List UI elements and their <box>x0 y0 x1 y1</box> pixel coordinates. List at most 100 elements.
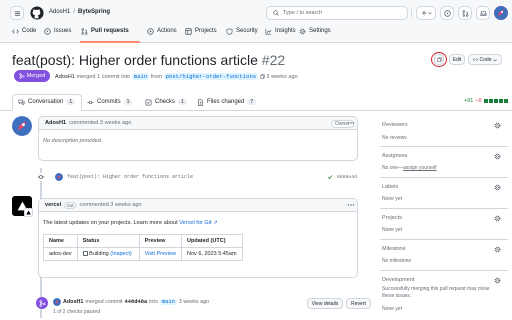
vercel-for-git-link[interactable]: Vercel for Git ↗ <box>179 220 218 226</box>
revert-label: Revert <box>351 300 366 307</box>
commit-author-avatar[interactable] <box>55 173 63 181</box>
status-label: Merged <box>26 73 46 79</box>
issues-button[interactable] <box>440 6 454 20</box>
hamburger-icon <box>14 10 20 16</box>
tab-security[interactable]: Security <box>226 24 258 38</box>
code-dropdown-button[interactable]: Code <box>468 54 502 65</box>
inbox-button[interactable] <box>476 6 490 20</box>
reviewers-value: No reviews <box>382 135 407 141</box>
diffstat-added: +91 <box>464 98 474 104</box>
visit-preview-link[interactable]: Visit Preview <box>145 251 176 257</box>
owner-link[interactable]: AdosH1 <box>49 9 70 15</box>
merger-author[interactable]: AdosH1 <box>63 299 83 305</box>
merged-into: into <box>149 299 158 305</box>
labels-title[interactable]: Labels <box>382 184 398 190</box>
assign-yourself-link[interactable]: assign yourself <box>403 165 436 171</box>
checks-text[interactable]: 1 of 2 checks passed <box>53 309 100 315</box>
search-icon <box>273 10 279 16</box>
merged-sha[interactable]: 448d48a <box>125 299 148 305</box>
head-branch[interactable]: post/higher-order-functions <box>163 73 259 80</box>
vercel-menu-button[interactable] <box>347 201 355 209</box>
search-divider <box>411 9 412 17</box>
menu-button[interactable] <box>10 6 24 20</box>
git-merge-icon <box>19 73 25 79</box>
reviewers-title[interactable]: Reviewers <box>382 122 408 128</box>
view-details-button[interactable]: View details <box>307 298 343 309</box>
tab-issues-label: Issues <box>54 28 72 34</box>
rocket-avatar-icon <box>53 298 61 306</box>
search-input[interactable]: Type / to search <box>266 6 408 20</box>
gear-icon[interactable] <box>494 184 501 191</box>
gear-icon[interactable] <box>494 153 501 160</box>
base-branch[interactable]: main <box>131 73 150 80</box>
graph-icon <box>265 28 272 34</box>
tab-checks[interactable]: Checks 1 <box>145 95 187 109</box>
pr-title: feat(post): Higher order functions artic… <box>12 52 258 68</box>
gear-icon[interactable] <box>494 246 501 253</box>
tab-settings[interactable]: Settings <box>299 24 331 38</box>
comment-card: AdosH1 commented 3 weeks ago Owner No de… <box>38 116 358 161</box>
table-icon <box>185 27 192 35</box>
tab-files-changed[interactable]: Files changed 7 <box>197 95 257 109</box>
merged-branch[interactable]: main <box>159 299 177 305</box>
commit-message[interactable]: feat(post): Higher order functions artic… <box>67 174 193 180</box>
user-avatar[interactable] <box>494 6 508 20</box>
gear-icon[interactable] <box>494 122 501 129</box>
comment-discussion-icon <box>18 99 25 105</box>
file-diff-icon <box>197 98 204 106</box>
tab-files-changed-label: Files changed <box>207 99 245 105</box>
pull-request-icon <box>81 27 88 35</box>
milestone-title[interactable]: Milestone <box>382 246 406 252</box>
sidebar-divider <box>380 239 508 240</box>
tab-security-label: Security <box>236 28 258 34</box>
inspect-link[interactable]: (Inspect) <box>110 251 131 257</box>
sidebar-divider <box>380 270 508 271</box>
tab-settings-label: Settings <box>309 28 331 34</box>
sidebar-divider <box>380 208 508 209</box>
revert-button[interactable]: Revert <box>346 298 371 309</box>
comment-author-avatar[interactable] <box>12 116 32 136</box>
commit-sha[interactable]: 6868e4d <box>337 175 357 180</box>
projects-title[interactable]: Projects <box>382 215 402 221</box>
vercel-author[interactable]: vercel <box>45 202 61 208</box>
search-placeholder: Type / to search <box>283 10 323 16</box>
tab-projects[interactable]: Projects <box>185 24 217 38</box>
tab-conversation[interactable]: Conversation 1 <box>18 95 76 109</box>
gear-icon[interactable] <box>494 277 501 284</box>
status-text: Building <box>89 251 109 257</box>
comment-header: AdosH1 commented 3 weeks ago <box>39 117 357 130</box>
tab-insights[interactable]: Insights <box>265 24 296 38</box>
shield-icon <box>226 27 233 35</box>
vercel-comment-header: vercel bot commented 3 weeks ago <box>39 199 357 212</box>
tab-pull-requests[interactable]: Pull requests <box>81 24 129 38</box>
tab-commits[interactable]: Commits 1 <box>87 95 133 109</box>
assignees-title[interactable]: Assignees <box>382 153 407 159</box>
diffstat-bars <box>483 99 508 103</box>
projects-value: None yet <box>382 227 403 233</box>
tab-actions[interactable]: Actions <box>147 24 177 38</box>
pr-time: 3 weeks ago <box>266 74 298 80</box>
development-title[interactable]: Development <box>382 277 414 283</box>
git-commit-icon <box>37 173 45 181</box>
create-new-button[interactable] <box>416 6 436 20</box>
comment-menu-button[interactable] <box>347 119 355 127</box>
gear-icon[interactable] <box>494 215 501 222</box>
pull-requests-button[interactable] <box>458 6 472 20</box>
edit-button[interactable]: Edit <box>449 54 465 65</box>
deployment-table: Name Status Preview Updated (UTC) ados-d… <box>43 234 243 261</box>
repo-link[interactable]: ByteSpring <box>78 9 110 15</box>
comment-author[interactable]: AdosH1 <box>45 120 66 126</box>
tab-issues[interactable]: Issues <box>44 24 71 38</box>
tab-conversation-label: Conversation <box>28 99 64 105</box>
pr-author[interactable]: AdosH1 <box>55 74 75 80</box>
github-logo-icon[interactable] <box>30 6 44 20</box>
tab-code[interactable]: Code <box>12 24 36 38</box>
table-row: ados-dev Building (Inspect) Visit Previe… <box>43 247 243 261</box>
plus-icon <box>421 10 426 16</box>
merger-avatar[interactable] <box>53 298 61 306</box>
checks-status: 1 of 2 checks passed <box>53 309 100 315</box>
commit-event: feat(post): Higher order functions artic… <box>37 172 357 182</box>
highlight-circle <box>431 52 447 67</box>
copy-icon[interactable] <box>260 74 265 79</box>
deployment-name: ados-dev <box>43 247 78 261</box>
